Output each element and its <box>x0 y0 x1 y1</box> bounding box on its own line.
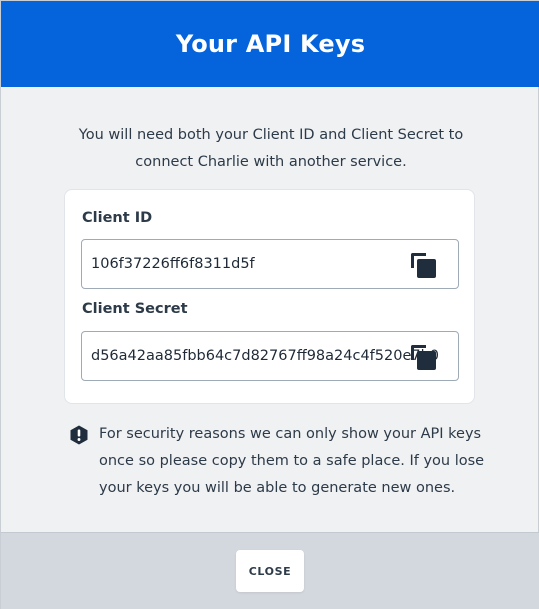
client-id-value[interactable]: 106f37226ff6f8311d5f <box>91 240 255 288</box>
notice-text: For security reasons we can only show yo… <box>99 426 485 496</box>
modal-footer: CLOSE <box>1 532 539 609</box>
modal-header: Your API Keys <box>1 1 539 87</box>
client-id-label: Client ID <box>82 210 153 226</box>
keys-card: Client ID 106f37226ff6f8311d5f Client Se… <box>64 189 475 404</box>
security-notice: For security reasons we can only show yo… <box>69 421 489 511</box>
client-secret-field[interactable]: d56a42aa85fbb64c7d82767ff98a24c4f520e7b0 <box>81 331 459 381</box>
close-button[interactable]: CLOSE <box>236 550 304 592</box>
client-id-field[interactable]: 106f37226ff6f8311d5f <box>81 239 459 289</box>
intro-text: You will need both your Client ID and Cl… <box>78 127 464 170</box>
client-secret-value[interactable]: d56a42aa85fbb64c7d82767ff98a24c4f520e7b0 <box>91 332 439 380</box>
api-keys-modal: Your API Keys You will need both your Cl… <box>0 0 539 609</box>
copy-icon[interactable] <box>411 253 437 279</box>
client-secret-label: Client Secret <box>82 301 188 317</box>
modal-title: Your API Keys <box>175 30 366 58</box>
alert-hexagon-icon <box>70 425 88 445</box>
copy-icon[interactable] <box>411 345 437 371</box>
